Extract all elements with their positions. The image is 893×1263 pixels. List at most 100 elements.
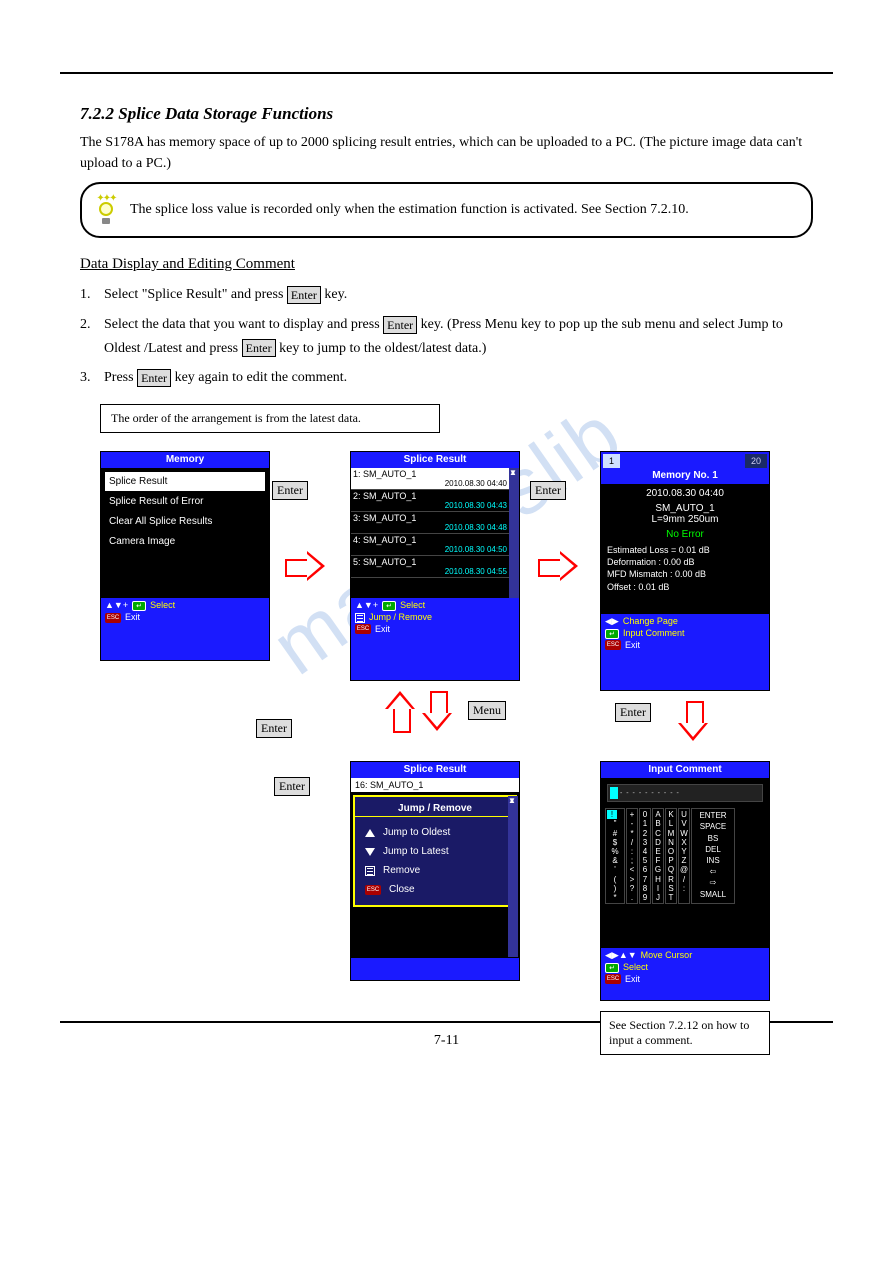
key-small[interactable]: SMALL (700, 890, 726, 899)
key-char[interactable]: U (680, 810, 688, 819)
onscreen-keyboard[interactable]: ! " # $ % & ' ( ) * + - * (603, 806, 767, 906)
key-char[interactable]: * (628, 829, 636, 838)
comment-text-field[interactable]: - - - - - - - - - - (607, 784, 763, 802)
key-char[interactable]: % (607, 847, 623, 856)
see-also-box: See Section 7.2.12 on how to input a com… (600, 1011, 770, 1055)
key-char[interactable]: Z (680, 856, 688, 865)
list-item[interactable]: 5: SM_AUTO_1 2010.08.30 04:55 (351, 556, 509, 578)
key-char[interactable]: P (667, 856, 675, 865)
key-enter[interactable]: ENTER (699, 811, 726, 820)
list-item[interactable]: 2: SM_AUTO_1 2010.08.30 04:43 (351, 490, 509, 512)
scrollbar[interactable]: ▲▼ (508, 796, 518, 957)
key-char[interactable]: # (607, 829, 623, 838)
key-char[interactable]: D (654, 838, 662, 847)
key-char[interactable]: ( (607, 875, 623, 884)
key-char[interactable]: - (628, 819, 636, 828)
memory-row-camera-image[interactable]: Camera Image (105, 532, 265, 552)
key-char[interactable]: 1 (641, 819, 649, 828)
note-box: The order of the arrangement is from the… (100, 404, 440, 433)
scrollbar[interactable]: ▲▼ (509, 468, 519, 598)
key-right[interactable]: ⇨ (710, 878, 717, 887)
step-1: 1. Select "Splice Result" and press Ente… (80, 283, 813, 307)
key-char[interactable]: " (607, 819, 623, 828)
key-char[interactable]: ? (628, 884, 636, 893)
key-char[interactable]: S (667, 884, 675, 893)
key-char[interactable]: 2 (641, 829, 649, 838)
key-char[interactable]: Q (667, 865, 675, 874)
key-char[interactable]: W (680, 829, 688, 838)
key-char[interactable]: $ (607, 838, 623, 847)
key-char[interactable]: ) (607, 884, 623, 893)
key-char[interactable]: * (607, 893, 623, 902)
popup-row-jump-oldest[interactable]: Jump to Oldest (355, 823, 515, 842)
key-char[interactable]: < (628, 865, 636, 874)
list-item[interactable]: 1: SM_AUTO_1 2010.08.30 04:40 (351, 468, 509, 490)
esc-icon: ESC (105, 613, 121, 623)
list-item[interactable]: 3: SM_AUTO_1 2010.08.30 04:48 (351, 512, 509, 534)
list-item[interactable]: 4: SM_AUTO_1 2010.08.30 04:50 (351, 534, 509, 556)
key-char[interactable]: 3 (641, 838, 649, 847)
key-char[interactable]: I (654, 884, 662, 893)
key-char[interactable]: C (654, 829, 662, 838)
memory-row-clear-all[interactable]: Clear All Splice Results (105, 512, 265, 532)
key-char[interactable]: : (628, 847, 636, 856)
key-char[interactable]: N (667, 838, 675, 847)
key-char[interactable]: X (680, 838, 688, 847)
enter-icon: ↵ (605, 963, 619, 973)
key-char[interactable]: F (654, 856, 662, 865)
key-char[interactable]: & (607, 856, 623, 865)
key-char[interactable]: V (680, 819, 688, 828)
key-char[interactable]: 5 (641, 856, 649, 865)
popup-row-remove[interactable]: Remove (355, 861, 515, 880)
key-char[interactable]: 9 (641, 893, 649, 902)
key-char[interactable]: E (654, 847, 662, 856)
key-char[interactable]: M (667, 829, 675, 838)
key-char[interactable]: J (654, 893, 662, 902)
key-char[interactable]: 4 (641, 847, 649, 856)
key-char[interactable]: ' (607, 865, 623, 874)
step-3a: Press (104, 370, 134, 385)
key-char[interactable]: ! (607, 810, 617, 819)
stat-row: Offset : 0.01 dB (607, 581, 763, 593)
stat-row: Estimated Loss = 0.01 dB (607, 544, 763, 556)
key-char[interactable]: @ (680, 865, 688, 874)
arrow-down-1 (422, 691, 452, 731)
tab-1[interactable]: 1 (603, 454, 620, 468)
key-char[interactable]: O (667, 847, 675, 856)
key-char[interactable]: T (667, 893, 675, 902)
key-char[interactable]: 8 (641, 884, 649, 893)
key-char[interactable]: 6 (641, 865, 649, 874)
memory-row-splice-error[interactable]: Splice Result of Error (105, 492, 265, 512)
key-del[interactable]: DEL (705, 845, 721, 854)
enter-icon: ↵ (132, 601, 146, 611)
tab-20[interactable]: 20 (745, 454, 767, 468)
key-left[interactable]: ⇦ (710, 867, 717, 876)
key-char[interactable]: B (654, 819, 662, 828)
key-char[interactable]: H (654, 875, 662, 884)
key-char[interactable]: ; (628, 856, 636, 865)
key-ins[interactable]: INS (706, 856, 719, 865)
popup-row-jump-latest[interactable]: Jump to Latest (355, 842, 515, 861)
enter-key-inline-3: Enter (242, 339, 276, 357)
key-char[interactable]: L (667, 819, 675, 828)
esc-icon: ESC (365, 885, 381, 895)
key-space[interactable]: SPACE (700, 822, 727, 831)
key-char[interactable]: Y (680, 847, 688, 856)
key-char[interactable]: G (654, 865, 662, 874)
key-char[interactable]: 0 (641, 810, 649, 819)
key-char[interactable]: / (628, 838, 636, 847)
screen-memory-detail: 1 20 Memory No. 1 2010.08.30 04:40 SM_AU… (600, 451, 770, 691)
key-char[interactable]: + (628, 810, 636, 819)
key-char[interactable]: K (667, 810, 675, 819)
key-char[interactable]: R (667, 875, 675, 884)
popup-row-close[interactable]: ESCClose (355, 880, 515, 899)
key-char[interactable]: : (680, 884, 688, 893)
key-char[interactable]: / (680, 875, 688, 884)
key-char[interactable]: 7 (641, 875, 649, 884)
popup-top-item: 16: SM_AUTO_1 (351, 778, 519, 793)
key-char[interactable]: > (628, 875, 636, 884)
key-char[interactable]: A (654, 810, 662, 819)
key-bs[interactable]: BS (708, 834, 719, 843)
memory-row-splice-result[interactable]: Splice Result (105, 472, 265, 492)
key-char[interactable]: . (628, 893, 636, 902)
